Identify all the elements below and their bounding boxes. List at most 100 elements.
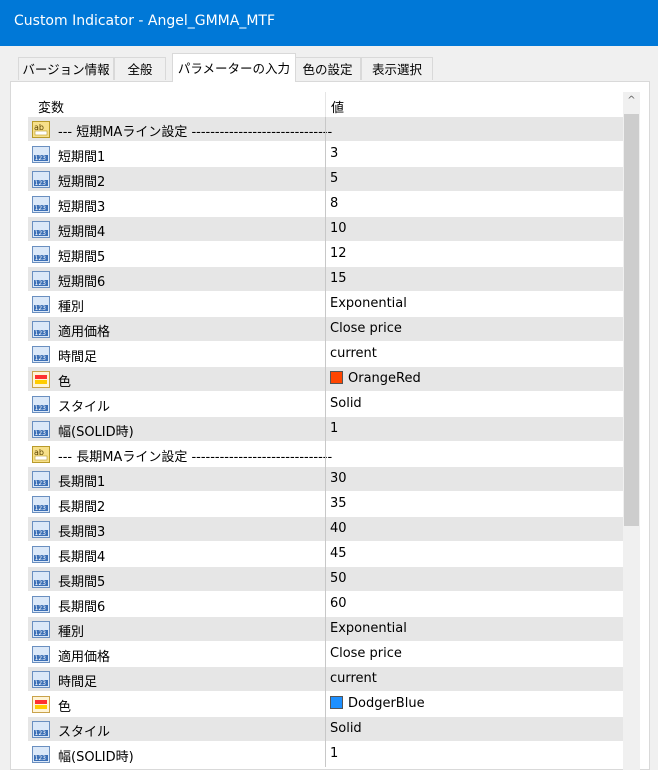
svg-text:123: 123 <box>35 555 47 562</box>
title-bar[interactable]: Custom Indicator - Angel_GMMA_MTF <box>0 0 658 46</box>
parameter-name: 適用価格 <box>58 650 111 665</box>
parameter-name: 適用価格 <box>58 325 111 340</box>
number-icon: 123 <box>32 396 50 413</box>
svg-text:123: 123 <box>35 680 47 687</box>
number-icon: 123 <box>32 721 50 738</box>
parameter-value[interactable]: 5 <box>330 171 338 186</box>
parameter-value[interactable]: Exponential <box>330 296 407 311</box>
parameter-value[interactable]: Solid <box>330 721 362 736</box>
parameter-name: 短期間4 <box>58 225 106 240</box>
parameter-value[interactable]: 8 <box>330 196 338 211</box>
window-title: Custom Indicator - Angel_GMMA_MTF <box>14 13 276 29</box>
parameter-row[interactable]: 色 DodgerBlue <box>28 692 623 717</box>
parameter-row[interactable]: 123 スタイル Solid <box>28 717 623 742</box>
column-header-value[interactable]: 値 <box>331 97 344 116</box>
parameter-name: 色 <box>58 700 72 715</box>
parameter-row[interactable]: 123 スタイル Solid <box>28 392 623 417</box>
parameter-row[interactable]: 123 幅(SOLID時) 1 <box>28 417 623 442</box>
tab-version-info[interactable]: バージョン情報 <box>18 57 114 80</box>
parameter-row[interactable]: 123 短期間1 3 <box>28 142 623 167</box>
scroll-thumb[interactable] <box>624 114 639 526</box>
parameter-name: 長期間4 <box>58 550 106 565</box>
parameter-value-text: 5 <box>330 171 339 186</box>
parameter-row[interactable]: 123 短期間6 15 <box>28 267 623 292</box>
parameter-value[interactable]: 35 <box>330 496 347 511</box>
svg-text:123: 123 <box>35 430 47 437</box>
parameter-row[interactable]: 123 短期間5 12 <box>28 242 623 267</box>
scroll-up-icon[interactable]: ^ <box>623 92 640 109</box>
parameter-row[interactable]: 123 長期間4 45 <box>28 542 623 567</box>
parameter-row[interactable]: 123 時間足 current <box>28 342 623 367</box>
column-divider[interactable] <box>325 92 326 117</box>
parameter-value[interactable]: OrangeRed <box>330 371 421 386</box>
parameter-row[interactable]: 123 種別 Exponential <box>28 617 623 642</box>
parameter-value[interactable]: Close price <box>330 646 402 661</box>
parameter-name: 時間足 <box>58 675 98 690</box>
parameter-row[interactable]: 123 短期間3 8 <box>28 192 623 217</box>
parameter-row[interactable]: 123 時間足 current <box>28 667 623 692</box>
parameter-value[interactable]: 50 <box>330 571 347 586</box>
parameter-value[interactable]: current <box>330 346 377 361</box>
parameter-value-text: Exponential <box>330 296 407 311</box>
number-icon: 123 <box>32 621 50 638</box>
number-icon: 123 <box>32 571 50 588</box>
cell-divider <box>325 442 326 467</box>
tab-general[interactable]: 全般 <box>114 57 166 80</box>
parameter-name: 短期間5 <box>58 250 106 265</box>
parameter-value[interactable]: 30 <box>330 471 347 486</box>
parameter-row[interactable]: 123 幅(SOLID時) 1 <box>28 742 623 767</box>
parameter-name: 短期間2 <box>58 175 106 190</box>
tab-visualization[interactable]: 表示選択 <box>361 57 433 80</box>
number-icon: 123 <box>32 596 50 613</box>
cell-divider <box>325 317 326 342</box>
parameter-value[interactable]: 15 <box>330 271 347 286</box>
parameter-row[interactable]: ab --- 短期MAライン設定 ------------------------… <box>28 117 623 142</box>
parameter-value[interactable]: Close price <box>330 321 402 336</box>
number-icon: 123 <box>32 321 50 338</box>
number-icon: 123 <box>32 346 50 363</box>
svg-text:123: 123 <box>35 230 47 237</box>
parameter-value[interactable]: Exponential <box>330 621 407 636</box>
parameter-row[interactable]: 123 長期間2 35 <box>28 492 623 517</box>
cell-divider <box>325 567 326 592</box>
parameter-row[interactable]: ab --- 長期MAライン設定 ------------------------… <box>28 442 623 467</box>
parameter-value[interactable]: 12 <box>330 246 347 261</box>
parameter-row[interactable]: 123 短期間2 5 <box>28 167 623 192</box>
tab-input-parameters[interactable]: パラメーターの入力 <box>172 53 296 82</box>
parameter-row[interactable]: 123 短期間4 10 <box>28 217 623 242</box>
column-header-variable[interactable]: 変数 <box>38 97 64 116</box>
parameter-value-text: 3 <box>330 146 339 161</box>
parameter-row[interactable]: 123 種別 Exponential <box>28 292 623 317</box>
parameter-name: 長期間1 <box>58 475 106 490</box>
parameter-row[interactable]: 123 長期間1 30 <box>28 467 623 492</box>
parameter-value[interactable]: 1 <box>330 746 338 761</box>
parameter-name: 短期間1 <box>58 150 106 165</box>
parameter-row[interactable]: 123 適用価格 Close price <box>28 317 623 342</box>
cell-divider <box>325 167 326 192</box>
vertical-scrollbar[interactable]: ^ <box>623 92 640 770</box>
svg-text:123: 123 <box>35 180 47 187</box>
text-icon: ab <box>32 121 50 138</box>
parameter-value[interactable]: 40 <box>330 521 347 536</box>
parameter-value[interactable]: Solid <box>330 396 362 411</box>
parameter-value[interactable]: 1 <box>330 421 338 436</box>
parameter-row[interactable]: 123 長期間6 60 <box>28 592 623 617</box>
parameter-row[interactable]: 123 長期間5 50 <box>28 567 623 592</box>
number-icon: 123 <box>32 671 50 688</box>
grid-header: 変数 値 <box>28 92 623 117</box>
cell-divider <box>325 142 326 167</box>
cell-divider <box>325 642 326 667</box>
parameter-value[interactable]: current <box>330 671 377 686</box>
parameter-row[interactable]: 123 適用価格 Close price <box>28 642 623 667</box>
parameter-value[interactable]: 3 <box>330 146 338 161</box>
tab-color-settings[interactable]: 色の設定 <box>294 57 361 80</box>
parameter-row[interactable]: 123 長期間3 40 <box>28 517 623 542</box>
parameter-row[interactable]: 色 OrangeRed <box>28 367 623 392</box>
parameter-value[interactable]: 10 <box>330 221 347 236</box>
parameter-value-text: 50 <box>330 571 347 586</box>
parameter-name: 幅(SOLID時) <box>58 750 134 765</box>
number-icon: 123 <box>32 646 50 663</box>
parameter-value[interactable]: 45 <box>330 546 347 561</box>
parameter-value[interactable]: 60 <box>330 596 347 611</box>
parameter-value[interactable]: DodgerBlue <box>330 696 425 711</box>
